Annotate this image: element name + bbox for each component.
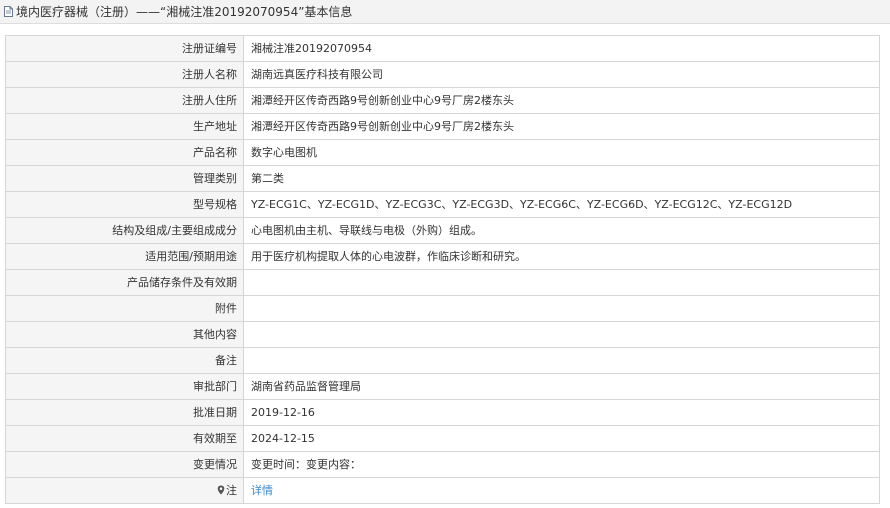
row-value [243,347,880,374]
table-row: 生产地址 湘潭经开区传奇西路9号创新创业中心9号厂房2楼东头 [5,113,880,140]
row-value: 湘潭经开区传奇西路9号创新创业中心9号厂房2楼东头 [243,87,880,114]
table-row: 适用范围/预期用途 用于医疗机构提取人体的心电波群，作临床诊断和研究。 [5,243,880,270]
table-row: 备注 [5,347,880,374]
row-label: 产品储存条件及有效期 [5,269,244,296]
row-label: 注册证编号 [5,35,244,62]
row-label: 附件 [5,295,244,322]
row-label: 产品名称 [5,139,244,166]
row-label: 审批部门 [5,373,244,400]
row-value: 湘械注准20192070954 [243,35,880,62]
table-row: 其他内容 [5,321,880,348]
row-label: 批准日期 [5,399,244,426]
note-label-cell: 注 [5,477,244,504]
table-row: 变更情况 变更时间：变更内容： [5,451,880,478]
table-row: 审批部门 湖南省药品监督管理局 [5,373,880,400]
table-row: 结构及组成/主要组成成分 心电图机由主机、导联线与电极（外购）组成。 [5,217,880,244]
row-value: 变更时间：变更内容： [243,451,880,478]
row-value [243,321,880,348]
row-label: 注册人名称 [5,61,244,88]
row-value: 2019-12-16 [243,399,880,426]
table-row: 批准日期 2019-12-16 [5,399,880,426]
row-value: YZ-ECG1C、YZ-ECG1D、YZ-ECG3C、YZ-ECG3D、YZ-E… [243,191,880,218]
table-row: 有效期至 2024-12-15 [5,425,880,452]
table-row: 注册证编号 湘械注准20192070954 [5,35,880,62]
table-row: 附件 [5,295,880,322]
row-label: 结构及组成/主要组成成分 [5,217,244,244]
device-detail-table: 注册证编号 湘械注准20192070954 注册人名称 湖南远真医疗科技有限公司 注册人… [5,35,880,504]
page-title: 境内医疗器械（注册）——“湘械注准20192070954”基本信息 [16,5,353,19]
page-title-bar: 境内医疗器械（注册）——“湘械注准20192070954”基本信息 [0,0,890,24]
table-row: 管理类别 第二类 [5,165,880,192]
table-row: 产品储存条件及有效期 [5,269,880,296]
row-label: 管理类别 [5,165,244,192]
note-label: 注 [226,484,237,497]
row-value: 2024-12-15 [243,425,880,452]
row-label: 有效期至 [5,425,244,452]
row-label: 备注 [5,347,244,374]
detail-table-body: 注册证编号 湘械注准20192070954 注册人名称 湖南远真医疗科技有限公司 注册人… [5,35,880,504]
table-row: 注册人名称 湖南远真医疗科技有限公司 [5,61,880,88]
row-label: 变更情况 [5,451,244,478]
row-value: 湘潭经开区传奇西路9号创新创业中心9号厂房2楼东头 [243,113,880,140]
row-value: 第二类 [243,165,880,192]
table-row: 注册人住所 湘潭经开区传奇西路9号创新创业中心9号厂房2楼东头 [5,87,880,114]
row-label: 注册人住所 [5,87,244,114]
note-value-cell: 详情 [243,477,880,504]
row-value: 湖南远真医疗科技有限公司 [243,61,880,88]
row-value: 数字心电图机 [243,139,880,166]
details-link[interactable]: 详情 [251,484,273,497]
row-label: 其他内容 [5,321,244,348]
row-value: 湖南省药品监督管理局 [243,373,880,400]
row-value: 心电图机由主机、导联线与电极（外购）组成。 [243,217,880,244]
document-icon [4,6,13,17]
row-value [243,295,880,322]
table-row: 产品名称 数字心电图机 [5,139,880,166]
table-row: 型号规格 YZ-ECG1C、YZ-ECG1D、YZ-ECG3C、YZ-ECG3D、… [5,191,880,218]
row-value: 用于医疗机构提取人体的心电波群，作临床诊断和研究。 [243,243,880,270]
row-label: 生产地址 [5,113,244,140]
note-row: 注 详情 [5,477,880,504]
map-pin-icon [217,485,225,495]
row-value [243,269,880,296]
row-label: 适用范围/预期用途 [5,243,244,270]
row-label: 型号规格 [5,191,244,218]
